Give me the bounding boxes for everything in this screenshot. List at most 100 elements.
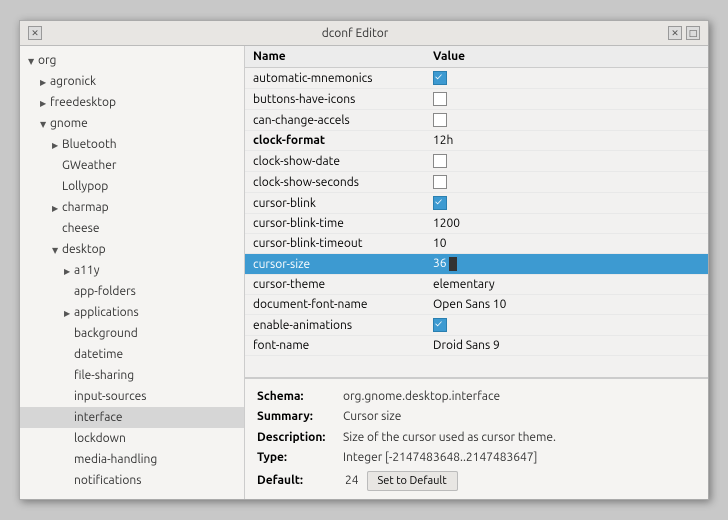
sidebar-item-datetime[interactable]: datetime	[20, 344, 244, 365]
column-header-value: Value	[425, 46, 708, 68]
checkbox-icon	[433, 175, 447, 189]
sidebar-item-cheese[interactable]: cheese	[20, 218, 244, 239]
tree-label-gnome: gnome	[50, 117, 88, 130]
tree-arrow-agronick	[40, 76, 50, 87]
sidebar-item-input-sources[interactable]: input-sources	[20, 386, 244, 407]
tree-arrow-applications	[64, 307, 74, 318]
tree-arrow-charmap	[52, 202, 62, 213]
tree-label-datetime: datetime	[74, 348, 123, 361]
text-cursor-icon	[449, 257, 457, 271]
set-default-button[interactable]: Set to Default	[367, 471, 458, 491]
description-row: Description: Size of the cursor used as …	[257, 428, 696, 448]
sidebar-item-background[interactable]: background	[20, 323, 244, 344]
table-row[interactable]: cursor-blink-time1200	[245, 214, 708, 234]
checkbox-icon	[433, 113, 447, 127]
sidebar-item-desktop[interactable]: desktop	[20, 239, 244, 260]
setting-name: font-name	[245, 336, 425, 356]
tree-arrow-Bluetooth	[52, 139, 62, 150]
setting-value: 1200	[425, 214, 708, 234]
tree-label-Lollypop: Lollypop	[62, 180, 108, 193]
setting-name: buttons-have-icons	[245, 89, 425, 110]
table-row[interactable]: can-change-accels	[245, 110, 708, 131]
setting-name: enable-animations	[245, 315, 425, 336]
default-row: Default: 24 Set to Default	[257, 471, 696, 491]
sidebar-item-media-handling[interactable]: media-handling	[20, 449, 244, 470]
table-row[interactable]: font-nameDroid Sans 9	[245, 336, 708, 356]
maximize-button[interactable]: □	[686, 26, 700, 40]
sidebar-item-agronick[interactable]: agronick	[20, 71, 244, 92]
setting-name: can-change-accels	[245, 110, 425, 131]
tree-label-input-sources: input-sources	[74, 390, 147, 403]
sidebar-item-Lollypop[interactable]: Lollypop	[20, 176, 244, 197]
description-value: Size of the cursor used as cursor theme.	[343, 428, 556, 448]
setting-name: automatic-mnemonics	[245, 68, 425, 89]
setting-name: cursor-size	[245, 254, 425, 275]
sidebar-item-notifications[interactable]: notifications	[20, 470, 244, 491]
sidebar-item-a11y[interactable]: a11y	[20, 260, 244, 281]
content-area: Name Value automatic-mnemonicsbuttons-ha…	[245, 46, 708, 499]
table-row[interactable]: cursor-themeelementary	[245, 275, 708, 295]
table-row[interactable]: cursor-blink	[245, 193, 708, 214]
main-area: org agronick freedesktop gnome Bluetooth GWea…	[20, 46, 708, 499]
type-row: Type: Integer [-2147483648..2147483647]	[257, 448, 696, 468]
tree-label-Bluetooth: Bluetooth	[62, 138, 117, 151]
sidebar-item-freedesktop[interactable]: freedesktop	[20, 92, 244, 113]
titlebar-right-controls: ✕ □	[668, 26, 700, 40]
sidebar-item-applications[interactable]: applications	[20, 302, 244, 323]
setting-name: cursor-blink-time	[245, 214, 425, 234]
setting-value: elementary	[425, 275, 708, 295]
column-header-name: Name	[245, 46, 425, 68]
table-row[interactable]: enable-animations	[245, 315, 708, 336]
sidebar-item-gnome[interactable]: gnome	[20, 113, 244, 134]
table-row[interactable]: automatic-mnemonics	[245, 68, 708, 89]
sidebar-item-org[interactable]: org	[20, 50, 244, 71]
table-row[interactable]: document-font-nameOpen Sans 10	[245, 295, 708, 315]
window-title: dconf Editor	[42, 27, 668, 40]
setting-value: Droid Sans 9	[425, 336, 708, 356]
setting-name: clock-format	[245, 131, 425, 151]
table-row[interactable]: buttons-have-icons	[245, 89, 708, 110]
checkbox-icon	[433, 196, 447, 210]
setting-name: document-font-name	[245, 295, 425, 315]
setting-value	[425, 89, 708, 110]
table-row[interactable]: cursor-blink-timeout10	[245, 234, 708, 254]
sidebar-item-charmap[interactable]: charmap	[20, 197, 244, 218]
sidebar-item-file-sharing[interactable]: file-sharing	[20, 365, 244, 386]
checkbox-icon	[433, 154, 447, 168]
setting-value	[425, 193, 708, 214]
setting-value: 10	[425, 234, 708, 254]
tree-label-background: background	[74, 327, 138, 340]
sidebar-item-GWeather[interactable]: GWeather	[20, 155, 244, 176]
tree-arrow-freedesktop	[40, 97, 50, 108]
setting-value	[425, 68, 708, 89]
sidebar-item-app-folders[interactable]: app-folders	[20, 281, 244, 302]
tree-arrow-org	[28, 55, 38, 66]
sidebar-item-Bluetooth[interactable]: Bluetooth	[20, 134, 244, 155]
description-label: Description:	[257, 428, 337, 448]
tree-label-freedesktop: freedesktop	[50, 96, 116, 109]
table-row[interactable]: cursor-size36	[245, 254, 708, 275]
settings-table: Name Value automatic-mnemonicsbuttons-ha…	[245, 46, 708, 356]
setting-value: 36	[425, 254, 708, 275]
schema-value: org.gnome.desktop.interface	[343, 387, 500, 407]
table-row[interactable]: clock-show-date	[245, 151, 708, 172]
summary-value: Cursor size	[343, 407, 401, 427]
sidebar-item-lockdown[interactable]: lockdown	[20, 428, 244, 449]
tree-arrow-desktop	[52, 244, 62, 255]
main-window: ✕ dconf Editor ✕ □ org agronick freedeskto…	[19, 20, 709, 500]
setting-value	[425, 110, 708, 131]
tree-arrow-gnome	[40, 118, 50, 129]
setting-value	[425, 172, 708, 193]
setting-value: Open Sans 10	[425, 295, 708, 315]
close-button[interactable]: ✕	[28, 26, 42, 40]
tree-label-app-folders: app-folders	[74, 285, 136, 298]
tree-label-cheese: cheese	[62, 222, 100, 235]
setting-name: clock-show-seconds	[245, 172, 425, 193]
table-row[interactable]: clock-format12h	[245, 131, 708, 151]
tree-label-agronick: agronick	[50, 75, 96, 88]
sidebar-item-interface[interactable]: interface	[20, 407, 244, 428]
setting-value	[425, 151, 708, 172]
type-value: Integer [-2147483648..2147483647]	[343, 448, 537, 468]
table-row[interactable]: clock-show-seconds	[245, 172, 708, 193]
close-button-right[interactable]: ✕	[668, 26, 682, 40]
